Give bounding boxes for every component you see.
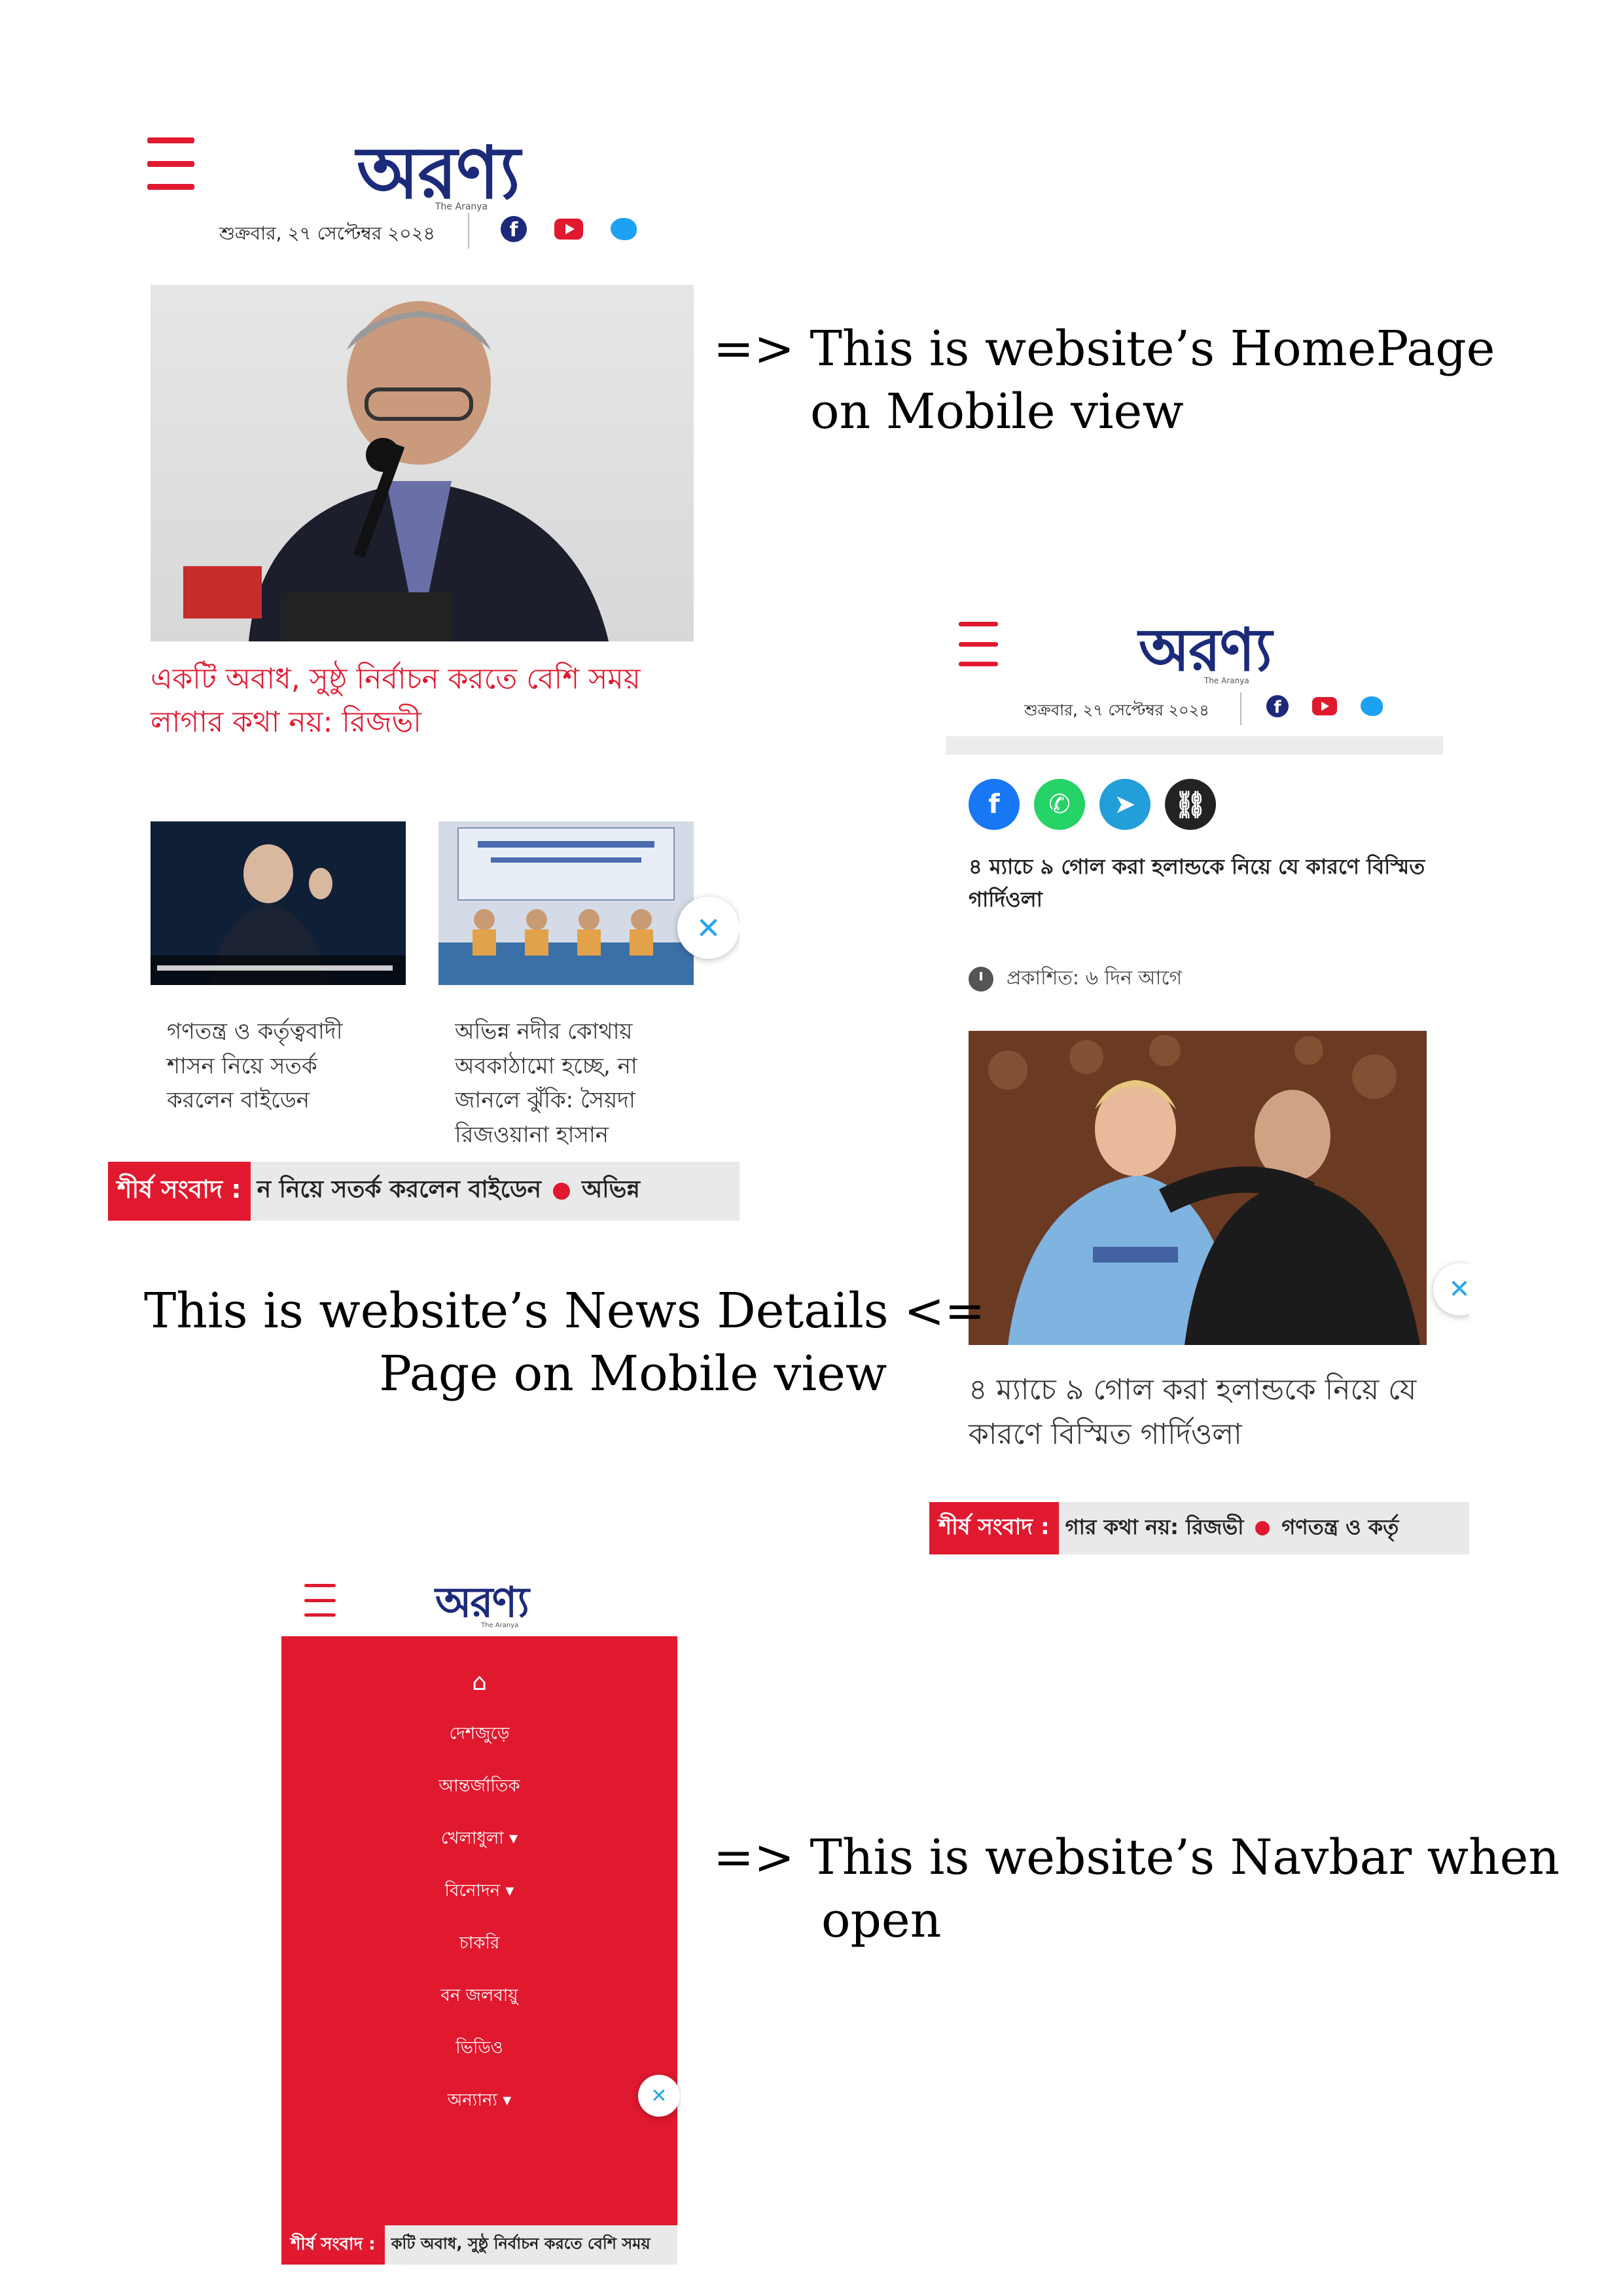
site-logo[interactable]: অরণ্য The Aranya	[435, 1571, 529, 1641]
logo-tagline: The Aranya	[481, 1622, 519, 1629]
youtube-icon[interactable]	[1312, 697, 1337, 715]
nav-item-jobs[interactable]: চাকরি	[459, 1918, 500, 1970]
lead-news-image[interactable]	[151, 285, 694, 641]
social-links: f	[1266, 695, 1383, 717]
card-title-1[interactable]: গণতন্ত্র ও কর্তৃত্ববাদী শাসন নিয়ে সতর্ক…	[167, 1014, 389, 1118]
published-row: প্রকাশিত: ৬ দিন আগে	[969, 962, 1182, 996]
headline-ticker: শীর্ষ সংবাদ : গার কথা নয়: রিজভী গণতন্ত্…	[929, 1502, 1469, 1554]
link-copy-icon[interactable]: ⛓	[1165, 779, 1216, 830]
home-icon: ⌂	[472, 1668, 487, 1696]
floating-action-button[interactable]: ✕	[1433, 1263, 1469, 1316]
nav-item-others[interactable]: অন্যান্য ▾	[448, 2075, 512, 2127]
hamburger-menu-button[interactable]	[959, 622, 998, 666]
logo-tagline: The Aranya	[435, 202, 488, 212]
twitter-icon[interactable]	[1361, 696, 1383, 716]
ticker-label: শীর্ষ সংবাদ :	[108, 1162, 251, 1221]
ticker-bullet	[553, 1183, 571, 1200]
header-bottom-border	[946, 736, 1443, 755]
hamburger-menu-button[interactable]	[147, 137, 194, 190]
card-image-1[interactable]	[151, 821, 406, 985]
social-links: f	[501, 216, 637, 242]
card-title-2[interactable]: অভিন্ন নদীর কোথায় অবকাঠামো হচ্ছে, না জা…	[455, 1014, 677, 1145]
nav-item-international[interactable]: আন্তর্জাতিক	[438, 1761, 520, 1813]
details-caption: This is website’s News Details <= Page o…	[144, 1283, 986, 1403]
youtube-icon[interactable]	[554, 219, 583, 240]
ticker-label: শীর্ষ সংবাদ :	[929, 1502, 1059, 1554]
twitter-icon[interactable]	[611, 218, 637, 240]
whatsapp-share-icon[interactable]: ✆	[1034, 779, 1085, 830]
football-photo	[969, 1031, 1427, 1345]
nav-item-countrywide[interactable]: দেশজুড়ে	[450, 1708, 510, 1761]
header-divider	[1240, 692, 1241, 725]
nav-item-video[interactable]: ভিডিও	[455, 2022, 503, 2075]
article-image	[969, 1031, 1427, 1345]
homepage-screen: অরণ্য The Aranya শুক্রবার, ২৭ সেপ্টেম্বর …	[108, 111, 740, 1224]
ticker-text[interactable]: কটি অবাধ, সুষ্ঠু নির্বাচন করতে বেশি সময়	[385, 2232, 651, 2258]
telegram-share-icon[interactable]: ➤	[1099, 779, 1150, 830]
article-title: ৪ ম্যাচে ৯ গোল করা হলান্ডকে নিয়ে যে কার…	[969, 1373, 1417, 1452]
share-buttons: f ✆ ➤ ⛓	[969, 779, 1216, 830]
navbar-caption: => This is website’s Navbar when open	[713, 1829, 1560, 1949]
nav-item-home[interactable]: ⌂	[472, 1656, 487, 1708]
header-date: শুক্রবার, ২৭ সেপ্টেম্বর ২০২৪	[219, 223, 435, 244]
nav-item-forest-climate[interactable]: বন জলবায়ু	[440, 1970, 518, 2022]
facebook-icon[interactable]: f	[501, 216, 527, 242]
facebook-icon[interactable]: f	[1266, 695, 1289, 717]
seminar-photo	[438, 821, 694, 985]
facebook-share-icon[interactable]: f	[969, 779, 1020, 830]
card-image-2[interactable]	[438, 821, 694, 985]
header-divider	[468, 213, 469, 249]
biden-photo	[151, 821, 406, 985]
nav-item-sports[interactable]: খেলাধুলা ▾	[441, 1813, 518, 1865]
header-date: শুক্রবার, ২৭ সেপ্টেম্বর ২০২৪	[1024, 701, 1209, 719]
homepage-caption: => This is website’s HomePage on Mobile …	[713, 321, 1495, 440]
headline-ticker: শীর্ষ সংবাদ : কটি অবাধ, সুষ্ঠু নির্বাচন …	[281, 2225, 677, 2265]
lead-headline[interactable]: একটি অবাধ, সুষ্ঠু নির্বাচন করতে বেশি সময…	[151, 658, 687, 744]
hamburger-menu-button[interactable]	[304, 1584, 336, 1617]
floating-action-button[interactable]: ✕	[677, 897, 740, 959]
floating-action-button[interactable]: ✕	[638, 2075, 680, 2117]
ticker-text[interactable]: গার কথা নয়: রিজভী গণতন্ত্র ও কর্তৃ	[1059, 1511, 1399, 1546]
clock-icon	[969, 966, 993, 992]
article-title-top: ৪ ম্যাচে ৯ গোল করা হলান্ডকে নিয়ে যে কার…	[969, 854, 1425, 912]
nav-drawer: ⌂ দেশজুড়ে আন্তর্জাতিক খেলাধুলা ▾ বিনোদন…	[281, 1636, 680, 2225]
nav-menu: ⌂ দেশজুড়ে আন্তর্জাতিক খেলাধুলা ▾ বিনোদন…	[281, 1656, 677, 2127]
navbar-screen: অরণ্য The Aranya ⌂ দেশজুড়ে আন্তর্জাতিক খ…	[281, 1571, 681, 2278]
news-details-screen: অরণ্য The Aranya শুক্রবার, ২৭ সেপ্টেম্বর …	[929, 596, 1469, 1564]
ticker-text[interactable]: ন নিয়ে সতর্ক করলেন বাইডেন অভিন্ন	[251, 1172, 640, 1211]
ticker-label: শীর্ষ সংবাদ :	[281, 2225, 385, 2265]
nav-item-entertainment[interactable]: বিনোদন ▾	[445, 1865, 514, 1918]
ticker-bullet	[1255, 1521, 1270, 1535]
speaker-photo	[183, 301, 609, 641]
published-time: প্রকাশিত: ৬ দিন আগে	[1007, 967, 1183, 990]
site-logo[interactable]: অরণ্য The Aranya	[1139, 605, 1272, 704]
logo-tagline: The Aranya	[1204, 676, 1249, 685]
headline-ticker: শীর্ষ সংবাদ : ন নিয়ে সতর্ক করলেন বাইডেন…	[108, 1162, 740, 1221]
